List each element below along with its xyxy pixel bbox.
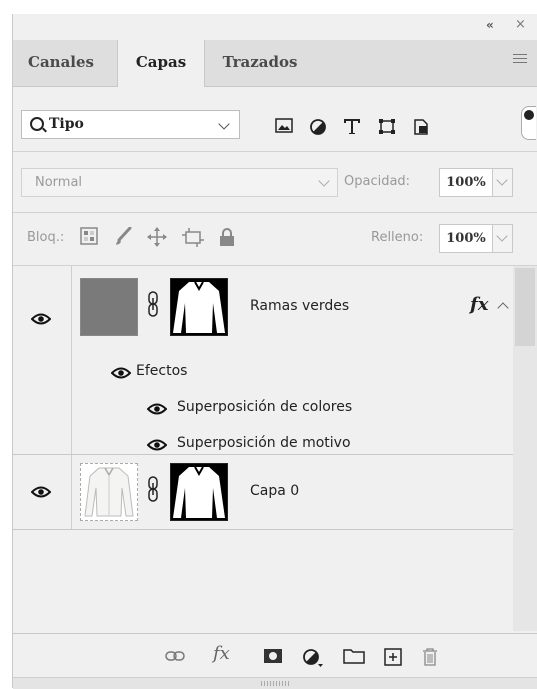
- panel-menu-icon[interactable]: [513, 54, 527, 66]
- panel-resize-handle[interactable]: [13, 677, 537, 689]
- filter-kind-select[interactable]: Tipo: [21, 110, 240, 139]
- shirt-image: [84, 467, 134, 517]
- layer-effects-fx-badge[interactable]: fx: [470, 294, 488, 315]
- add-mask-icon[interactable]: [263, 648, 283, 664]
- fill-label: Relleno:: [371, 230, 424, 245]
- layer-row-capa-0[interactable]: Capa 0: [13, 455, 513, 530]
- layer-name-capa-0[interactable]: Capa 0: [250, 483, 299, 499]
- lock-row: Bloq.: Relleno: 100%: [13, 213, 537, 266]
- filter-kind-label: Tipo: [49, 116, 84, 132]
- layer-image-thumbnail[interactable]: [80, 463, 138, 521]
- tab-canales[interactable]: Canales: [13, 40, 109, 86]
- shirt-silhouette: [173, 466, 225, 518]
- layer-filter-row: Tipo: [13, 87, 537, 152]
- layer-list-scrollbar[interactable]: [513, 266, 537, 631]
- lock-label: Bloq.:: [27, 230, 65, 245]
- effect-pattern-overlay[interactable]: Superposición de motivo: [177, 435, 351, 451]
- layers-panel: « × Canales Capas Trazados Tipo Normal O…: [12, 14, 537, 689]
- eye-icon[interactable]: [31, 313, 51, 325]
- smart-object-filter-icon[interactable]: [413, 118, 431, 136]
- lock-transparent-pixels-icon[interactable]: [80, 227, 98, 245]
- chevron-down-icon: [318, 175, 330, 187]
- search-icon: [30, 117, 44, 131]
- layer-list: Ramas verdes fx Efectos Superposición de…: [13, 266, 537, 631]
- lock-all-icon[interactable]: [219, 227, 235, 247]
- blend-mode-select[interactable]: Normal: [21, 168, 338, 197]
- link-layers-icon[interactable]: [165, 651, 185, 661]
- layer-mask-thumbnail[interactable]: [170, 463, 228, 521]
- layer-mask-thumbnail[interactable]: [170, 278, 228, 336]
- close-panel-icon[interactable]: ×: [515, 17, 526, 32]
- visibility-column: [13, 266, 72, 454]
- fill-field[interactable]: 100%: [439, 224, 493, 253]
- add-style-icon[interactable]: fx: [213, 643, 230, 664]
- blend-mode-value: Normal: [35, 175, 83, 190]
- adjustment-filter-icon[interactable]: [309, 118, 327, 136]
- tab-trazados[interactable]: Trazados: [205, 40, 315, 86]
- opacity-dropdown-button[interactable]: [493, 168, 513, 197]
- filter-toggle-switch[interactable]: [521, 106, 536, 140]
- shirt-silhouette: [173, 281, 225, 333]
- new-adjustment-icon[interactable]: [302, 648, 324, 668]
- visibility-column: [13, 455, 72, 529]
- lock-image-pixels-icon[interactable]: [114, 227, 132, 247]
- tab-capas[interactable]: Capas: [117, 40, 205, 87]
- panel-tabs: Canales Capas Trazados: [13, 40, 537, 87]
- layer-row-ramas-verdes[interactable]: Ramas verdes fx Efectos Superposición de…: [13, 266, 513, 455]
- blend-row: Normal Opacidad: 100%: [13, 152, 537, 213]
- chevron-up-icon[interactable]: [497, 302, 509, 314]
- eye-icon[interactable]: [147, 439, 167, 451]
- chain-link-icon[interactable]: [147, 475, 159, 503]
- panel-title-bar: « ×: [13, 14, 537, 40]
- chain-link-icon[interactable]: [147, 290, 159, 318]
- grip-icon: [261, 681, 289, 686]
- opacity-label: Opacidad:: [344, 174, 411, 189]
- delete-layer-icon[interactable]: [422, 648, 438, 666]
- lock-artboard-icon[interactable]: [182, 227, 204, 247]
- scrollbar-thumb[interactable]: [515, 268, 535, 346]
- effects-label: Efectos: [136, 363, 188, 379]
- eye-icon[interactable]: [111, 367, 131, 379]
- fill-dropdown-button[interactable]: [493, 224, 513, 253]
- layers-bottom-toolbar: fx: [13, 633, 537, 678]
- collapse-panel-icon[interactable]: «: [486, 18, 494, 32]
- effect-color-overlay[interactable]: Superposición de colores: [177, 399, 352, 415]
- eye-icon[interactable]: [31, 486, 51, 498]
- lock-position-icon[interactable]: [147, 227, 167, 247]
- chevron-down-icon: [218, 118, 230, 130]
- opacity-field[interactable]: 100%: [439, 168, 493, 197]
- chevron-down-icon: [496, 230, 508, 242]
- new-group-icon[interactable]: [343, 648, 365, 664]
- chevron-down-icon: [496, 174, 508, 186]
- layer-fill-thumbnail[interactable]: [80, 278, 138, 336]
- new-layer-icon[interactable]: [384, 648, 402, 666]
- shape-filter-icon[interactable]: [378, 118, 396, 135]
- type-filter-icon[interactable]: [343, 118, 361, 135]
- image-filter-icon[interactable]: [275, 118, 293, 134]
- layer-name-ramas-verdes[interactable]: Ramas verdes: [250, 298, 349, 314]
- eye-icon[interactable]: [147, 403, 167, 415]
